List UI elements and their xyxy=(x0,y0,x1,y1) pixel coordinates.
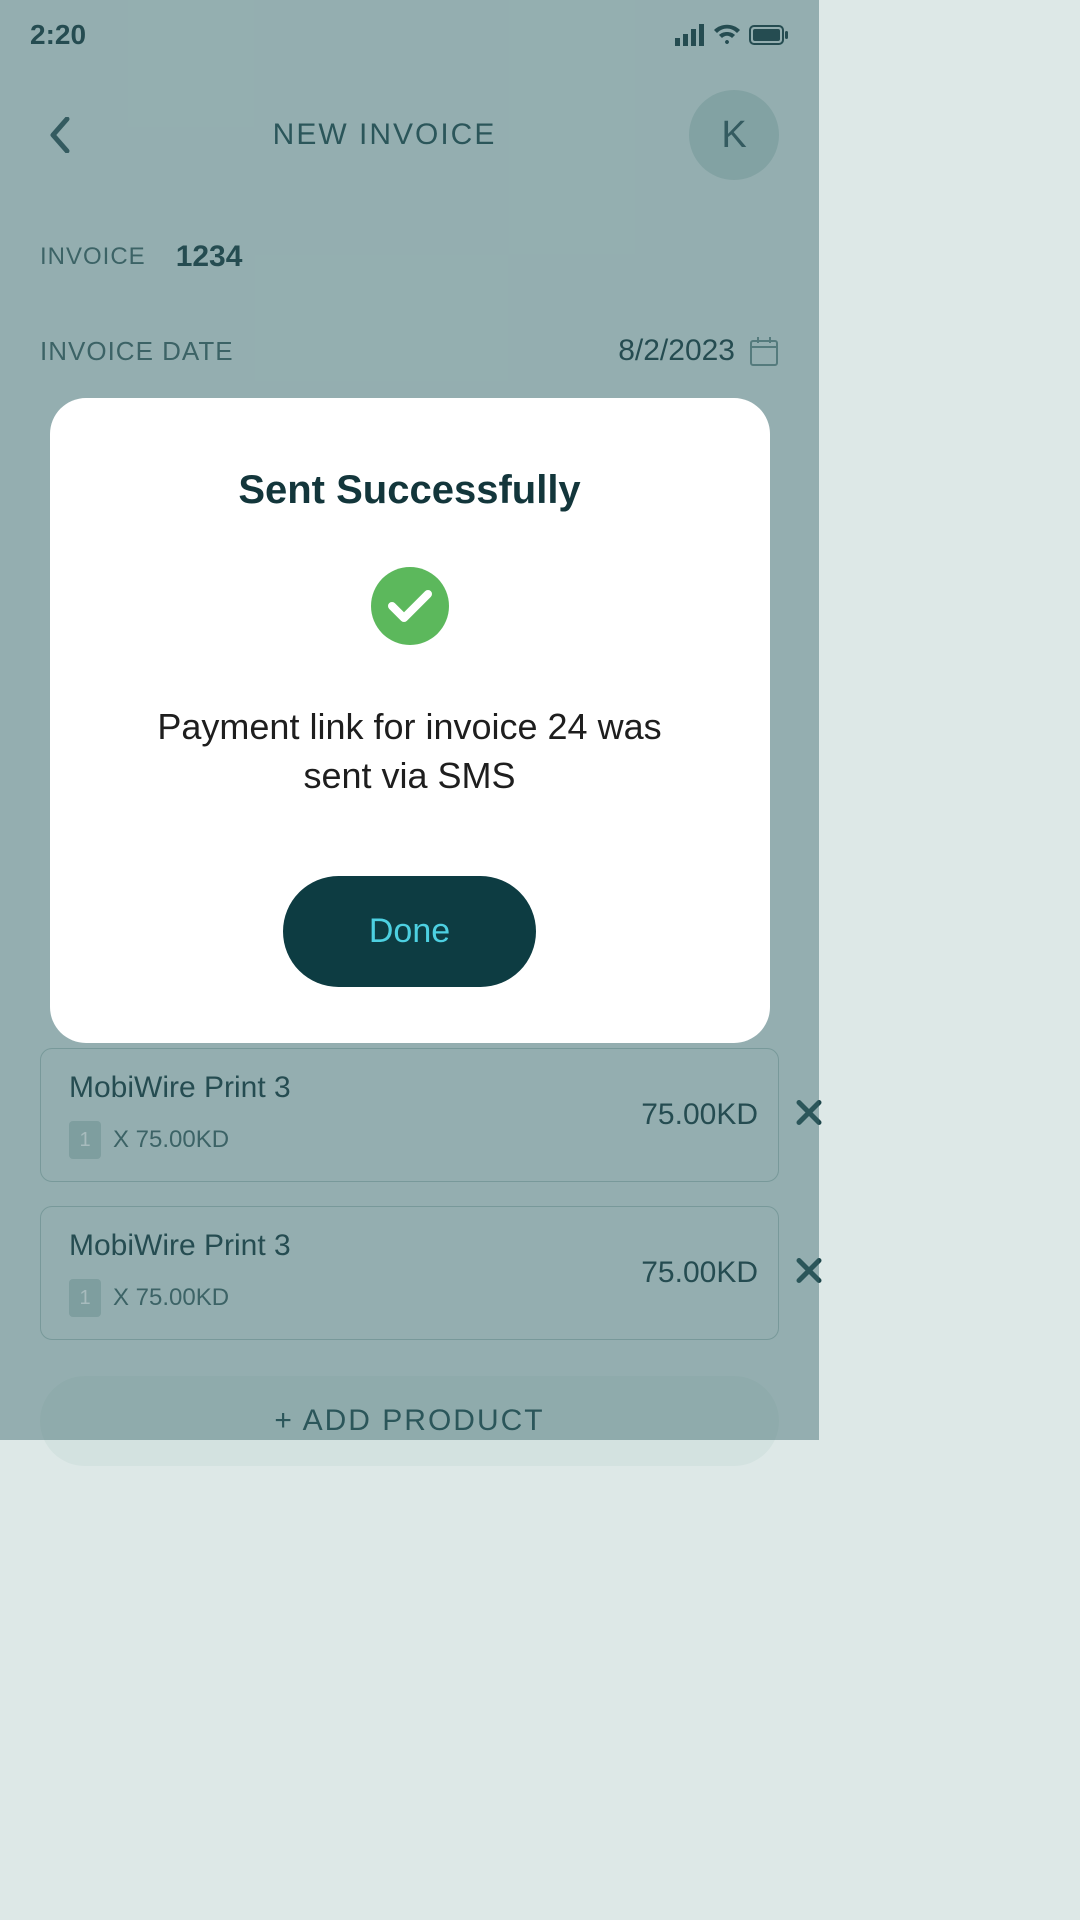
modal-overlay: Sent Successfully Payment link for invoi… xyxy=(0,0,819,1440)
checkmark-icon xyxy=(388,588,432,624)
success-modal: Sent Successfully Payment link for invoi… xyxy=(50,398,770,1043)
modal-title: Sent Successfully xyxy=(238,468,580,513)
success-icon xyxy=(371,567,449,645)
modal-message: Payment link for invoice 24 was sent via… xyxy=(130,703,690,800)
done-button[interactable]: Done xyxy=(283,876,536,987)
